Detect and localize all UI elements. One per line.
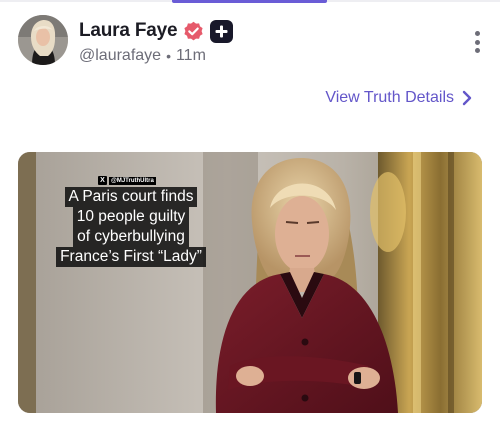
author-avatar[interactable] xyxy=(18,15,68,65)
verified-badge-icon xyxy=(183,21,204,42)
watermark-handle: @MJTruthUltra xyxy=(109,176,156,185)
more-options-button[interactable] xyxy=(470,29,484,55)
caption-line: A Paris court finds xyxy=(64,187,198,207)
post-timestamp: 11m xyxy=(175,47,206,64)
caption-line: France’s First “Lady” xyxy=(56,247,206,267)
caption-line: 10 people guilty xyxy=(72,207,190,227)
plus-badge-icon xyxy=(210,19,234,43)
x-logo-icon: X xyxy=(98,176,107,185)
post-media-image[interactable]: X @MJTruthUltra A Paris court finds 10 p… xyxy=(18,152,482,413)
view-truth-details-link[interactable]: View Truth Details xyxy=(325,89,472,107)
author-handle[interactable]: @laurafaye xyxy=(79,47,161,65)
vertical-ellipsis-icon xyxy=(474,31,480,36)
author-name[interactable]: Laura Faye xyxy=(79,20,178,42)
view-details-label: View Truth Details xyxy=(325,89,454,106)
active-tab-indicator xyxy=(172,0,327,3)
caption-line: of cyberbullying xyxy=(73,227,189,247)
media-caption: X @MJTruthUltra A Paris court finds 10 p… xyxy=(45,176,217,267)
x-watermark: X @MJTruthUltra xyxy=(98,176,217,185)
chevron-right-icon xyxy=(462,90,472,106)
post-header: Laura Faye @laurafaye • 11m xyxy=(18,15,488,71)
meta-separator: • xyxy=(166,48,171,64)
